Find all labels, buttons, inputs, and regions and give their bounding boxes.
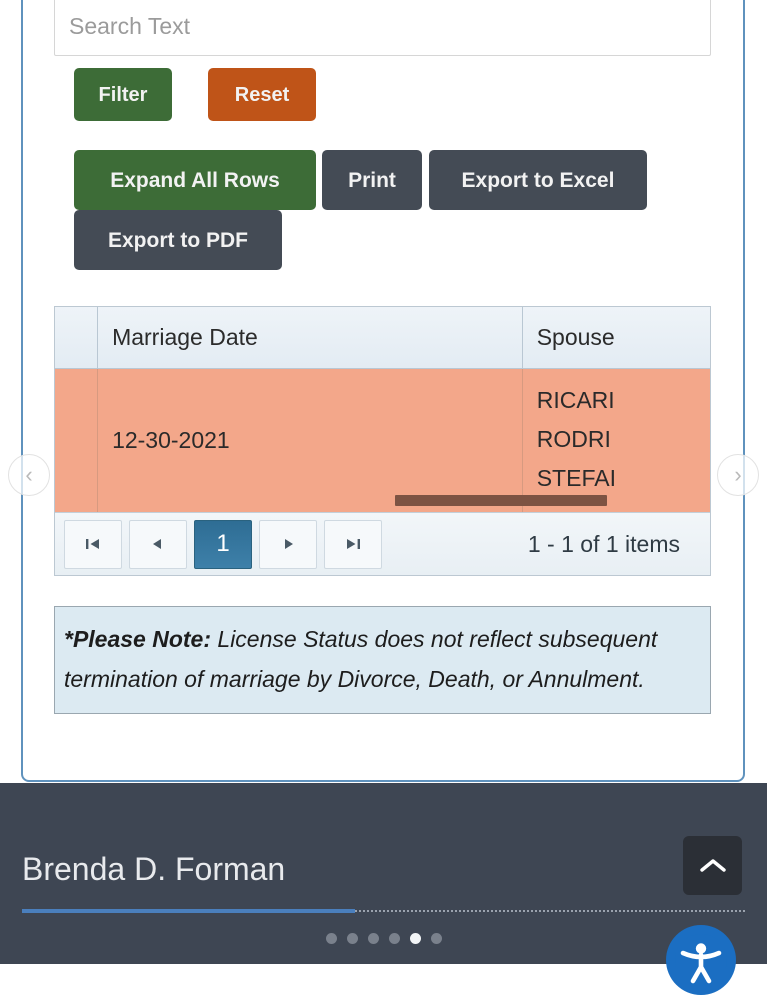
accessibility-button[interactable]: [666, 925, 736, 995]
export-to-excel-button[interactable]: Export to Excel: [429, 150, 647, 210]
results-grid: Marriage Date Spouse 12-30-2021 RICARI R…: [54, 306, 711, 576]
pager-next-button[interactable]: [259, 520, 317, 569]
pager-page-1-button[interactable]: 1: [194, 520, 252, 569]
pager-prev-button[interactable]: [129, 520, 187, 569]
grid-header-marriage-date[interactable]: Marriage Date: [98, 307, 523, 368]
grid-header-expand: [55, 307, 98, 368]
spouse-line: RICARI: [537, 381, 710, 420]
reset-button[interactable]: Reset: [208, 68, 316, 121]
footer-progress-bar[interactable]: [22, 909, 745, 913]
footer-person-name: Brenda D. Forman: [22, 851, 285, 888]
carousel-dot[interactable]: [326, 933, 337, 944]
grid-horizontal-scrollbar[interactable]: [55, 495, 710, 506]
please-note-prefix: *Please Note:: [64, 626, 211, 652]
carousel-dot[interactable]: [368, 933, 379, 944]
prev-page-icon: [151, 537, 165, 551]
filter-button[interactable]: Filter: [74, 68, 172, 121]
row-spouse: RICARI RODRI STEFAI: [523, 369, 710, 512]
first-page-icon: [85, 537, 101, 551]
please-note-text: *Please Note: License Status does not re…: [64, 619, 701, 699]
expand-all-rows-button[interactable]: Expand All Rows: [74, 150, 316, 210]
carousel-dot[interactable]: [410, 933, 421, 944]
pager-item-count: 1 - 1 of 1 items: [528, 531, 680, 558]
grid-header-spouse[interactable]: Spouse: [523, 307, 710, 368]
spouse-line: RODRI: [537, 420, 710, 459]
next-page-icon: [281, 537, 295, 551]
grid-scrollbar-thumb[interactable]: [395, 495, 607, 506]
carousel-dot[interactable]: [389, 933, 400, 944]
chevron-left-icon: ‹: [25, 462, 32, 488]
carousel-next-button[interactable]: ›: [717, 454, 759, 496]
accessibility-icon: [674, 933, 728, 987]
scroll-to-top-button[interactable]: [683, 836, 742, 895]
spouse-line: STEFAI: [537, 459, 710, 498]
chevron-up-icon: [700, 858, 726, 874]
content-card: Filter Reset Expand All Rows Print Expor…: [21, 0, 745, 782]
carousel-dot[interactable]: [347, 933, 358, 944]
row-expand-cell[interactable]: [55, 369, 98, 512]
table-row[interactable]: 12-30-2021 RICARI RODRI STEFAI: [55, 369, 710, 512]
search-input[interactable]: [54, 0, 711, 56]
footer-progress-fill: [22, 909, 355, 913]
last-page-icon: [345, 537, 361, 551]
print-button[interactable]: Print: [322, 150, 422, 210]
carousel-prev-button[interactable]: ‹: [8, 454, 50, 496]
grid-header-row: Marriage Date Spouse: [55, 307, 710, 369]
pager-first-button[interactable]: [64, 520, 122, 569]
row-marriage-date: 12-30-2021: [98, 369, 523, 512]
carousel-dots: [0, 933, 767, 944]
grid-body: 12-30-2021 RICARI RODRI STEFAI: [55, 369, 710, 512]
grid-pager: 1 1 - 1 of 1 items: [55, 512, 710, 575]
pager-last-button[interactable]: [324, 520, 382, 569]
chevron-right-icon: ›: [734, 462, 741, 488]
carousel-dot[interactable]: [431, 933, 442, 944]
export-to-pdf-button[interactable]: Export to PDF: [74, 210, 282, 270]
please-note-box: *Please Note: License Status does not re…: [54, 606, 711, 714]
